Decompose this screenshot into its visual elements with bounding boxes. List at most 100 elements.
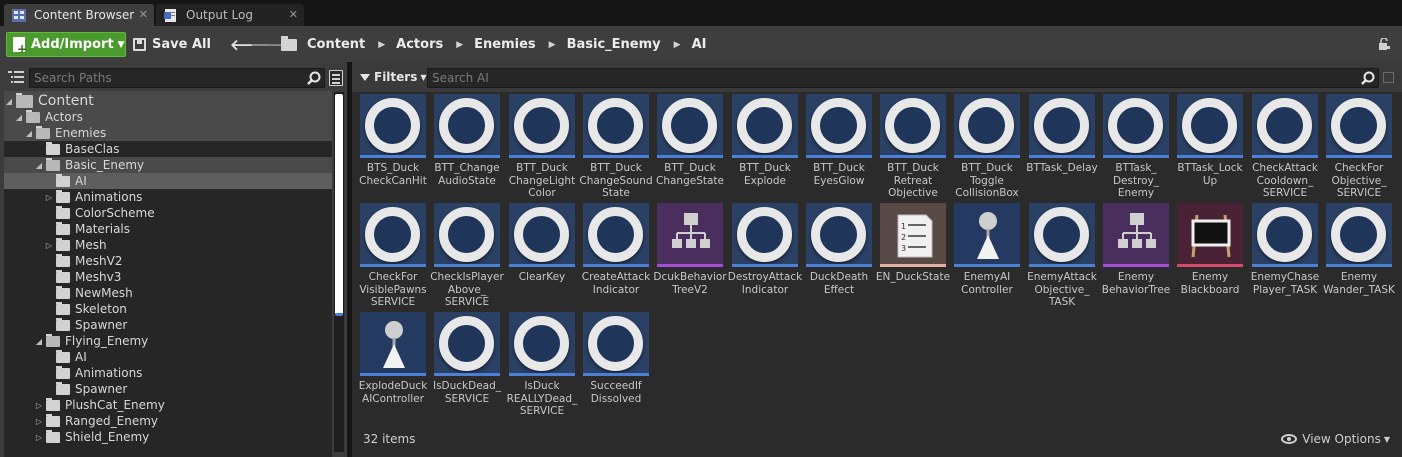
asset-search-input[interactable]: Search AI xyxy=(427,68,1379,88)
tree-item[interactable]: Spawner xyxy=(4,381,332,397)
asset-tile[interactable]: SucceedIf Dissolved xyxy=(581,312,651,416)
asset-tile[interactable]: ClearKey xyxy=(507,203,577,307)
asset-thumbnail xyxy=(1252,203,1318,267)
asset-tile[interactable]: BTT_Duck Toggle CollisionBox xyxy=(952,94,1022,199)
collapsed-arrow-icon[interactable]: ▷ xyxy=(34,417,44,426)
asset-tile[interactable]: BTT_Duck EyesGlow xyxy=(804,94,874,198)
asset-tile[interactable]: DestroyAttack Indicator xyxy=(728,203,802,307)
tree-item[interactable]: AI xyxy=(4,173,332,189)
save-icon xyxy=(133,38,146,51)
asset-tile[interactable]: Enemy BehaviorTree xyxy=(1101,203,1171,307)
search-paths-input[interactable]: Search Paths xyxy=(29,68,325,88)
chevron-right-icon[interactable]: ▶ xyxy=(378,40,385,50)
asset-tile[interactable]: DuckDeath Effect xyxy=(804,203,874,307)
collapsed-arrow-icon[interactable]: ▷ xyxy=(34,433,44,442)
asset-tile[interactable]: CheckAttack Cooldown_ SERVICE xyxy=(1250,94,1320,199)
asset-tile[interactable]: IsDuckDead_ SERVICE xyxy=(432,312,502,416)
tree-item[interactable]: MeshV2 xyxy=(4,253,332,269)
lock-icon[interactable] xyxy=(1378,38,1390,50)
asset-tile[interactable]: BTS_Duck CheckCanHit xyxy=(358,94,428,198)
breadcrumb-item[interactable]: AI xyxy=(692,37,707,52)
asset-thumbnail xyxy=(360,203,426,267)
close-icon[interactable]: ✕ xyxy=(289,8,298,21)
save-search-icon[interactable] xyxy=(1383,72,1394,83)
tree-item[interactable]: BaseClas xyxy=(4,141,332,157)
asset-tile[interactable]: Enemy Wander_TASK xyxy=(1323,203,1395,307)
tree-item[interactable]: ▷ Shield_Enemy xyxy=(4,429,332,445)
breadcrumb-item[interactable]: Actors xyxy=(396,37,443,52)
chevron-right-icon[interactable]: ▶ xyxy=(674,40,681,50)
tree-item[interactable]: Materials xyxy=(4,221,332,237)
list-settings-icon[interactable] xyxy=(329,70,343,86)
tree-item[interactable]: ▷ Ranged_Enemy xyxy=(4,413,332,429)
expanded-arrow-icon[interactable]: ◢ xyxy=(14,113,24,122)
tab-content-browser[interactable]: Content Browser ✕ xyxy=(4,4,154,26)
breadcrumb-item[interactable]: Basic_Enemy xyxy=(567,37,661,52)
chevron-right-icon[interactable]: ▶ xyxy=(549,40,556,50)
expanded-arrow-icon[interactable]: ◢ xyxy=(24,129,34,138)
tree-item[interactable]: NewMesh xyxy=(4,285,332,301)
asset-tile[interactable]: ExplodeDuck AIController xyxy=(358,312,428,416)
tree-item[interactable]: ◢ Content xyxy=(4,91,332,111)
tree-item[interactable]: ◢ Basic_Enemy xyxy=(4,157,332,173)
asset-tile[interactable]: CheckIsPlayer Above_ SERVICE xyxy=(430,203,504,308)
expanded-arrow-icon[interactable]: ◢ xyxy=(34,337,44,346)
asset-tile[interactable]: DcukBehavior TreeV2 xyxy=(653,203,727,307)
breadcrumb-item[interactable]: Content xyxy=(307,37,365,52)
chevron-right-icon[interactable]: ▶ xyxy=(456,40,463,50)
collapsed-arrow-icon[interactable]: ▷ xyxy=(44,193,54,202)
asset-tile[interactable]: EnemyAttack Objective_ TASK xyxy=(1027,203,1097,308)
collapsed-arrow-icon[interactable]: ▷ xyxy=(44,241,54,250)
add-import-button[interactable]: Add/Import ▼ xyxy=(6,32,126,57)
blueprint-ring-icon xyxy=(737,98,792,153)
breadcrumb-item[interactable]: Enemies xyxy=(474,37,536,52)
asset-tile[interactable]: BTT_Duck ChangeLight Color xyxy=(507,94,577,199)
asset-tile[interactable]: IsDuck REALLYDead_ SERVICE xyxy=(507,312,577,417)
asset-tile[interactable]: BTT_Duck ChangeSound State xyxy=(579,94,653,199)
tree-item[interactable]: AI xyxy=(4,349,332,365)
filters-button[interactable]: Filters ▼ xyxy=(360,70,427,84)
tree-item[interactable]: Spawner xyxy=(4,317,332,333)
asset-tile[interactable]: BTT_Duck Retreat Objective xyxy=(878,94,948,199)
asset-tile[interactable]: BTTask_ Destroy_ Enemy xyxy=(1101,94,1171,199)
asset-name: DcukBehavior TreeV2 xyxy=(653,271,727,296)
asset-tile[interactable]: EnemyChase Player_TASK xyxy=(1250,203,1320,307)
tree-item[interactable]: ▷ Mesh xyxy=(4,237,332,253)
asset-name: BTTask_Delay xyxy=(1026,162,1098,174)
asset-tile[interactable]: Enemy Blackboard xyxy=(1175,203,1245,307)
asset-tile[interactable]: BTT_Duck ChangeState xyxy=(655,94,725,198)
tree-item[interactable]: ColorScheme xyxy=(4,205,332,221)
tree-item[interactable]: Meshv3 xyxy=(4,269,332,285)
asset-tile[interactable]: EnemyAI Controller xyxy=(952,203,1022,307)
asset-tile[interactable]: BTTask_Lock Up xyxy=(1175,94,1245,198)
collapsed-arrow-icon[interactable]: ▷ xyxy=(34,401,44,410)
asset-name: ExplodeDuck AIController xyxy=(358,380,428,405)
save-all-button[interactable]: Save All xyxy=(133,32,211,57)
expanded-arrow-icon[interactable]: ◢ xyxy=(4,97,14,106)
tab-output-log[interactable]: Output Log ✕ xyxy=(156,4,304,26)
tree-item[interactable]: ◢ Flying_Enemy xyxy=(4,333,332,349)
asset-tile[interactable]: CheckFor Objective_ SERVICE xyxy=(1324,94,1394,199)
asset-name: EnemyChase Player_TASK xyxy=(1250,271,1320,296)
tree-item[interactable]: ◢ Actors xyxy=(4,109,332,125)
asset-tile[interactable]: CreateAttack Indicator xyxy=(581,203,651,307)
close-icon[interactable]: ✕ xyxy=(139,8,148,21)
tree-item[interactable]: Skeleton xyxy=(4,301,332,317)
asset-tile[interactable]: CheckFor VisiblePawns SERVICE xyxy=(358,203,428,308)
tree-item[interactable]: ◢ Enemies xyxy=(4,125,332,141)
tree-item[interactable]: Animations xyxy=(4,365,332,381)
asset-tile[interactable]: BTTask_Delay xyxy=(1026,94,1098,198)
asset-name: SucceedIf Dissolved xyxy=(590,380,642,405)
asset-tile[interactable]: BTT_Change AudioState xyxy=(432,94,502,198)
tree-scrollbar[interactable] xyxy=(334,92,344,452)
asset-name: EnemyAttack Objective_ TASK xyxy=(1027,271,1097,308)
asset-tile[interactable]: BTT_Duck Explode xyxy=(730,94,800,198)
tree-item[interactable]: ▷ Animations xyxy=(4,189,332,205)
scrollbar-thumb[interactable] xyxy=(335,94,343,316)
expanded-arrow-icon[interactable]: ◢ xyxy=(34,161,44,170)
blueprint-ring-icon xyxy=(811,98,866,153)
sources-toggle-icon[interactable] xyxy=(8,70,24,84)
view-options-button[interactable]: View Options ▼ xyxy=(1281,432,1390,446)
tree-item[interactable]: ▷ PlushCat_Enemy xyxy=(4,397,332,413)
asset-tile[interactable]: 1 2 3 EN_DuckState xyxy=(876,203,950,307)
